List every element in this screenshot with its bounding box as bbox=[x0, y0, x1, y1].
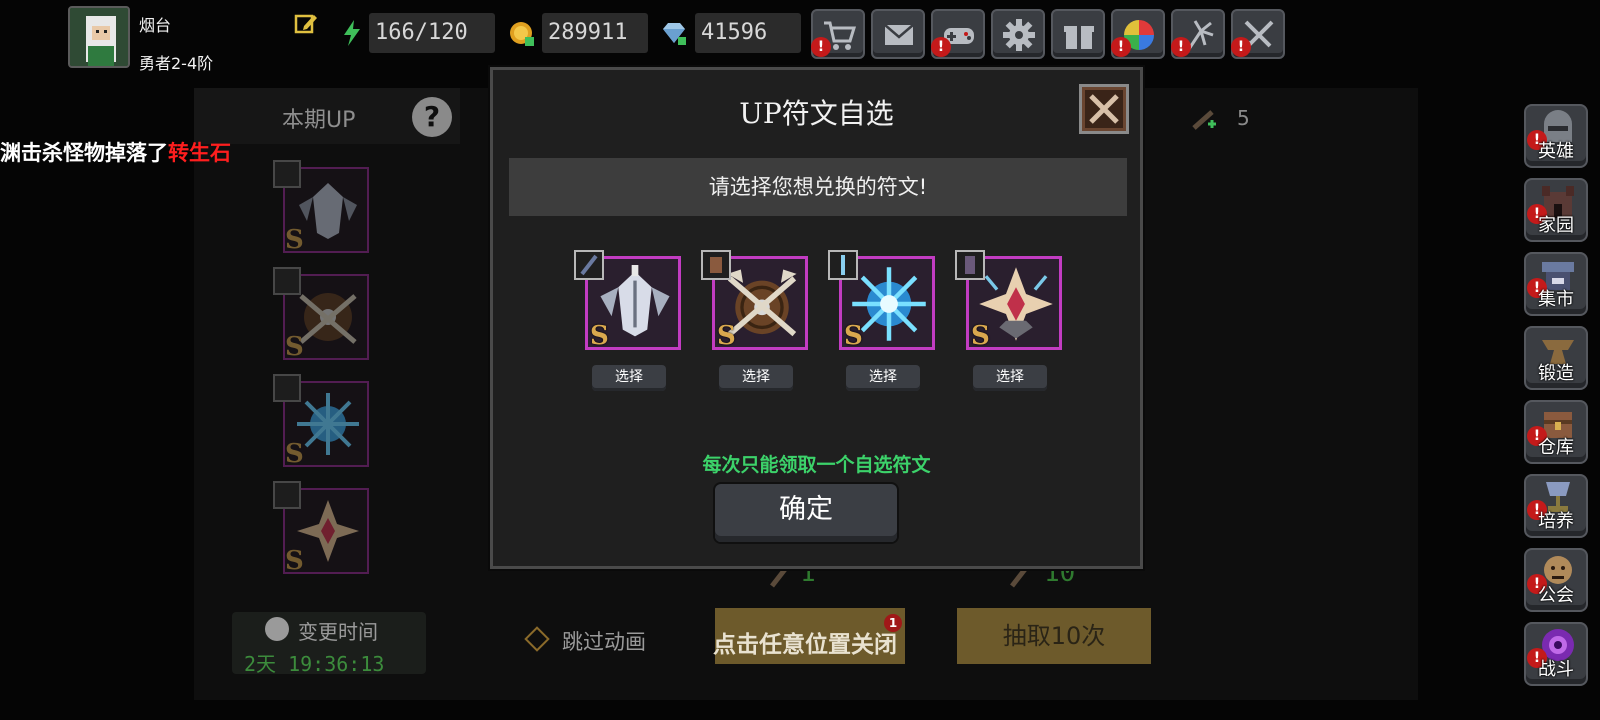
games-alert-badge: ! bbox=[931, 37, 951, 57]
stamina-icon bbox=[338, 18, 366, 48]
nav-heroes[interactable]: ! 英雄 bbox=[1524, 104, 1588, 168]
stamina-value: 166/120 bbox=[369, 13, 495, 53]
nav-label: 锻造 bbox=[1538, 363, 1574, 384]
close-button[interactable] bbox=[1079, 84, 1129, 134]
clock-icon bbox=[265, 617, 289, 641]
rune-owner-thumb bbox=[828, 250, 858, 280]
tap-to-close-hint[interactable]: 点击任意位置关闭 bbox=[713, 625, 897, 659]
nav-guild[interactable]: ! 公会 bbox=[1524, 548, 1588, 612]
player-rank: 勇者2-4阶 bbox=[139, 54, 214, 73]
rune-grade-badge: S bbox=[971, 321, 990, 351]
ticket-count: 5 bbox=[1237, 106, 1250, 130]
battle-pass-alert-badge: ! bbox=[1231, 37, 1251, 57]
edit-name-icon[interactable] bbox=[294, 12, 318, 36]
event-alert-badge: ! bbox=[1171, 37, 1191, 57]
rune-owner-thumb bbox=[955, 250, 985, 280]
gift-button[interactable] bbox=[1051, 9, 1105, 59]
rune-grade-badge: S bbox=[285, 439, 304, 469]
confirm-button[interactable]: 确定 bbox=[715, 484, 897, 542]
nav-forge[interactable]: 锻造 bbox=[1524, 326, 1588, 390]
select-rune-button[interactable]: 选择 bbox=[846, 365, 920, 391]
select-rune-button[interactable]: 选择 bbox=[592, 365, 666, 391]
wheel-button[interactable]: ! bbox=[1111, 9, 1165, 59]
mail-button[interactable] bbox=[871, 9, 925, 59]
help-icon[interactable]: ? bbox=[412, 97, 452, 137]
diamond-value: 41596 bbox=[695, 13, 801, 53]
rune-owner-thumb bbox=[273, 481, 301, 509]
gold-value: 289911 bbox=[542, 13, 648, 53]
timer-value: 2天 19:36:13 bbox=[244, 652, 385, 676]
rune-owner-thumb bbox=[701, 250, 731, 280]
rune-owner-thumb bbox=[574, 250, 604, 280]
draw-ten-button[interactable]: 抽取10次 bbox=[957, 608, 1151, 664]
player-avatar[interactable] bbox=[68, 6, 130, 68]
wheel-alert-badge: ! bbox=[1111, 37, 1131, 57]
shop-alert-badge: ! bbox=[811, 37, 831, 57]
diamond-icon bbox=[660, 18, 688, 48]
gift-icon bbox=[1064, 26, 1094, 49]
settings-button[interactable] bbox=[991, 9, 1045, 59]
rune-owner-thumb bbox=[273, 267, 301, 295]
nav-label: 仓库 bbox=[1538, 437, 1574, 458]
nav-battle[interactable]: ! 战斗 bbox=[1524, 622, 1588, 686]
dialog-prompt: 请选择您想兑换的符文! bbox=[509, 158, 1127, 216]
nav-label: 英雄 bbox=[1538, 141, 1574, 162]
rune-owner-thumb bbox=[273, 160, 301, 188]
rune-grade-badge: S bbox=[590, 321, 609, 351]
timer-label: 变更时间 bbox=[298, 620, 378, 644]
player-name: 烟台 bbox=[139, 16, 172, 35]
rune-owner-thumb bbox=[273, 374, 301, 402]
scroll-icon bbox=[1190, 106, 1218, 134]
gear-icon bbox=[1003, 19, 1035, 51]
close-icon bbox=[1089, 94, 1119, 124]
gold-coin-icon bbox=[508, 18, 536, 48]
rune-grade-badge: S bbox=[285, 332, 304, 362]
select-rune-button[interactable]: 选择 bbox=[719, 365, 793, 391]
nav-label: 培养 bbox=[1538, 511, 1574, 532]
battle-pass-button[interactable]: ! bbox=[1231, 9, 1285, 59]
shop-button[interactable]: ! bbox=[811, 9, 865, 59]
drop-broadcast: 渊击杀怪物掉落了转生石 bbox=[0, 137, 231, 167]
nav-label: 集市 bbox=[1538, 289, 1574, 310]
rune-select-dialog: UP符文自选 请选择您想兑换的符文! S 选择 S 选择 S 选择 S 选择 每… bbox=[490, 67, 1143, 569]
rune-grade-badge: S bbox=[844, 321, 863, 351]
up-title: 本期UP bbox=[282, 108, 356, 133]
dialog-note: 每次只能领取一个自选符文 bbox=[702, 454, 931, 476]
mail-icon bbox=[884, 24, 914, 45]
select-rune-button[interactable]: 选择 bbox=[973, 365, 1047, 391]
skip-animation-label[interactable]: 跳过动画 bbox=[562, 626, 646, 656]
nav-label: 战斗 bbox=[1538, 659, 1574, 680]
nav-market[interactable]: ! 集市 bbox=[1524, 252, 1588, 316]
nav-label: 家园 bbox=[1538, 215, 1574, 236]
event-button[interactable]: ! bbox=[1171, 9, 1225, 59]
dialog-title: UP符文自选 bbox=[739, 97, 894, 130]
rune-grade-badge: S bbox=[717, 321, 736, 351]
nav-train[interactable]: ! 培养 bbox=[1524, 474, 1588, 538]
drop-broadcast-text: 渊击杀怪物掉落了 bbox=[0, 141, 168, 165]
rune-grade-badge: S bbox=[285, 225, 304, 255]
rune-grade-badge: S bbox=[285, 546, 304, 576]
games-button[interactable]: ! bbox=[931, 9, 985, 59]
nav-warehouse[interactable]: ! 仓库 bbox=[1524, 400, 1588, 464]
nav-label: 公会 bbox=[1538, 585, 1574, 606]
nav-home[interactable]: ! 家园 bbox=[1524, 178, 1588, 242]
drop-broadcast-item: 转生石 bbox=[168, 141, 231, 165]
